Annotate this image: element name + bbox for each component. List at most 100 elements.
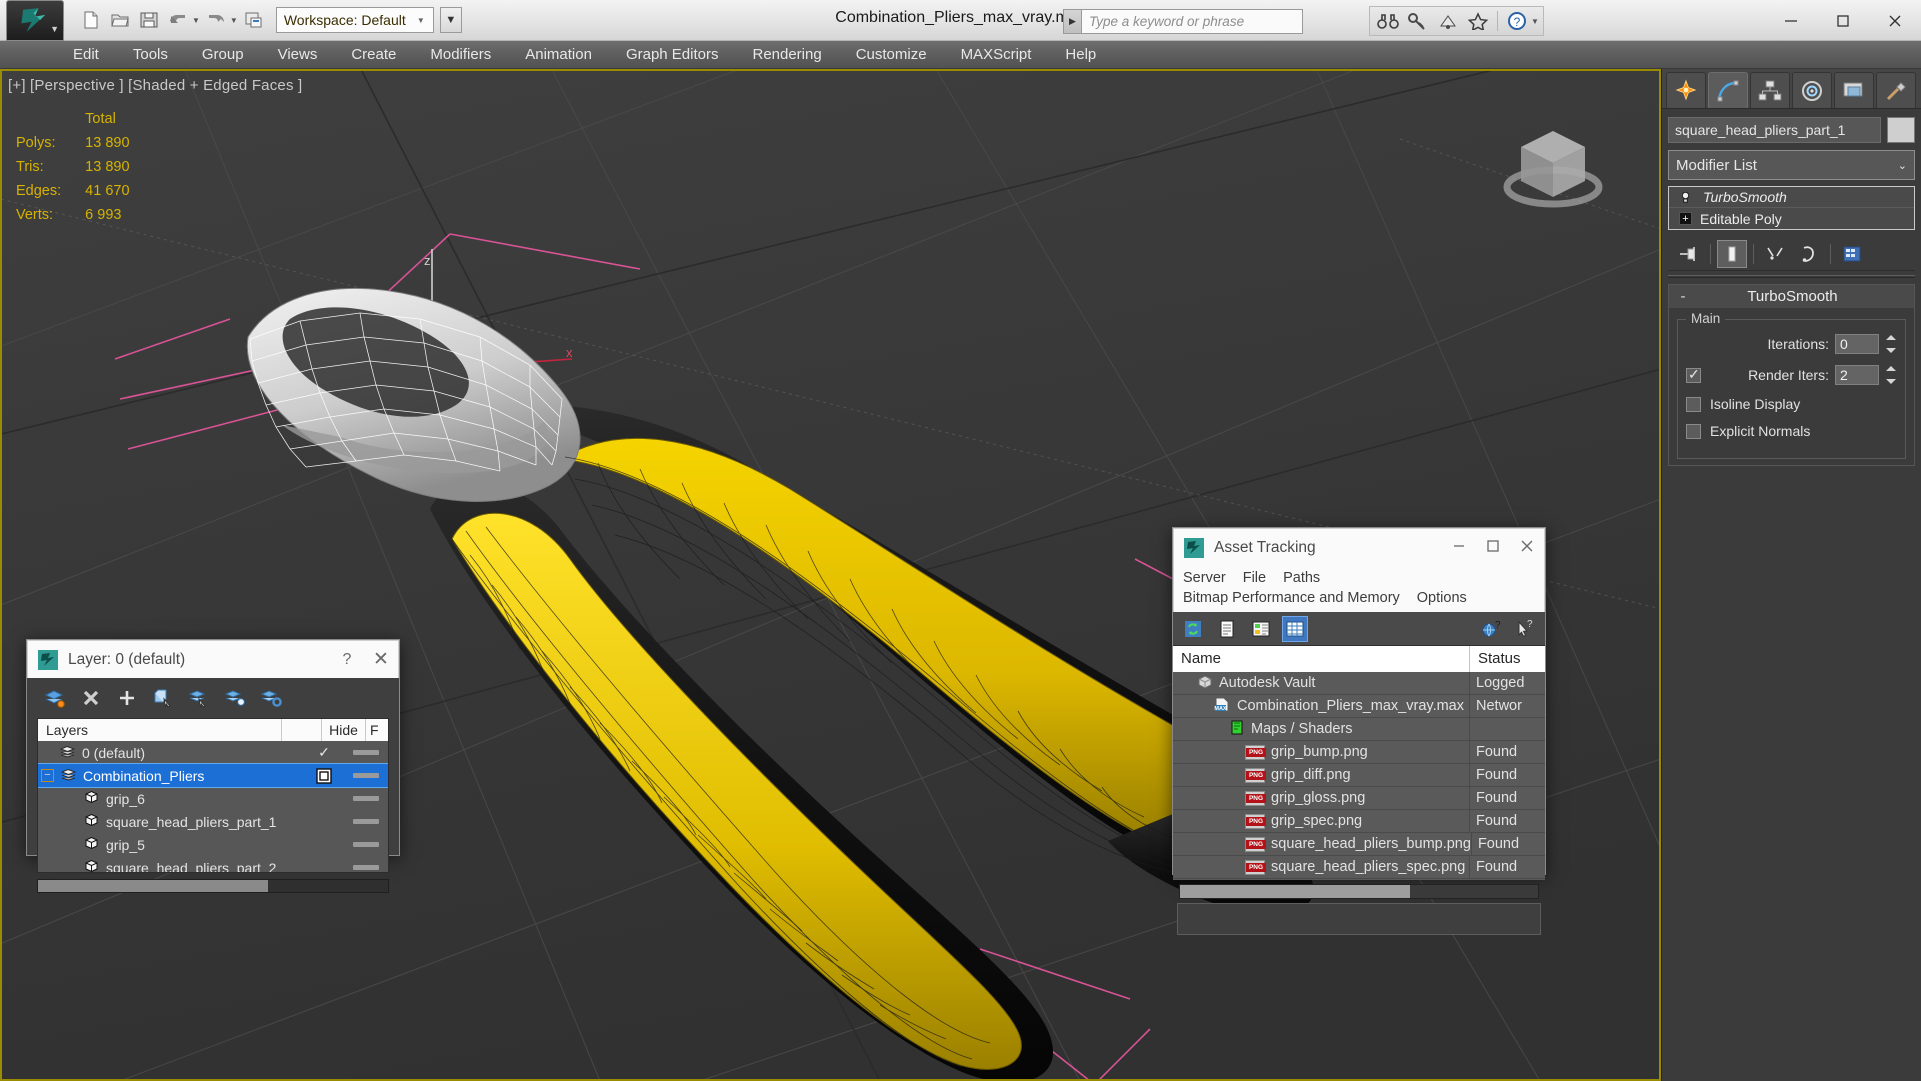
asset-column-status[interactable]: Status bbox=[1470, 646, 1545, 672]
star-icon[interactable] bbox=[1464, 8, 1492, 34]
undo-icon[interactable] bbox=[165, 7, 191, 33]
undo-dropdown-caret-icon[interactable]: ▼ bbox=[192, 16, 200, 25]
asset-row-grip-bump[interactable]: grip_bump.png Found bbox=[1173, 741, 1545, 764]
help-pointer-icon[interactable]: ? bbox=[1513, 617, 1537, 641]
asset-row-grip-diff[interactable]: grip_diff.png Found bbox=[1173, 764, 1545, 787]
menu-item-animation[interactable]: Animation bbox=[508, 41, 609, 69]
highlight-selected-icon[interactable] bbox=[223, 686, 247, 710]
layer-horizontal-scrollbar[interactable] bbox=[37, 879, 389, 893]
object-name-field[interactable]: square_head_pliers_part_1 bbox=[1668, 117, 1881, 143]
grid-view-icon[interactable] bbox=[1282, 615, 1308, 642]
open-file-icon[interactable] bbox=[107, 7, 133, 33]
select-highlighted-icon[interactable] bbox=[187, 686, 211, 710]
layer-freeze-dash-2[interactable] bbox=[353, 796, 379, 801]
menu-item-maxscript[interactable]: MAXScript bbox=[944, 41, 1049, 69]
layer-dialog-close-button[interactable]: ✕ bbox=[364, 648, 398, 671]
workspace-selector[interactable]: Workspace: Default ▼ bbox=[275, 7, 434, 33]
detail-view-icon[interactable] bbox=[1249, 617, 1273, 641]
help-globe-icon[interactable]: ? bbox=[1479, 617, 1503, 641]
remove-modifier-icon[interactable] bbox=[1794, 240, 1824, 268]
layer-freeze-dash-3[interactable] bbox=[353, 819, 379, 824]
motion-tab[interactable] bbox=[1792, 72, 1832, 108]
layer-freeze-dash-5[interactable] bbox=[353, 865, 379, 870]
menu-item-help[interactable]: Help bbox=[1048, 41, 1113, 69]
asset-tracking-dialog[interactable]: Asset Tracking Server File Paths Bitmap … bbox=[1172, 527, 1546, 935]
modify-tab[interactable] bbox=[1708, 72, 1748, 108]
layer-row-square-head-pliers-part-1[interactable]: square_head_pliers_part_1 bbox=[38, 810, 388, 833]
asset-row-maps-shaders[interactable]: Maps / Shaders bbox=[1173, 718, 1545, 741]
menu-item-tools[interactable]: Tools bbox=[116, 41, 185, 69]
modifier-stack-item-editable-poly[interactable]: + Editable Poly bbox=[1669, 208, 1914, 229]
modifier-stack[interactable]: TurboSmooth + Editable Poly bbox=[1668, 186, 1915, 230]
asset-minimize-button[interactable] bbox=[1442, 539, 1476, 557]
asset-menu-options[interactable]: Options bbox=[1417, 588, 1476, 608]
menu-item-group[interactable]: Group bbox=[185, 41, 261, 69]
menu-item-modifiers[interactable]: Modifiers bbox=[413, 41, 508, 69]
layer-expand-collapse-icon[interactable]: − bbox=[41, 769, 54, 782]
asset-maximize-button[interactable] bbox=[1476, 539, 1510, 557]
asset-column-name[interactable]: Name bbox=[1173, 646, 1470, 672]
rollout-header[interactable]: - TurboSmooth bbox=[1669, 285, 1914, 309]
satellite-dish-icon[interactable] bbox=[1434, 8, 1462, 34]
add-layer-icon[interactable] bbox=[115, 686, 139, 710]
menu-item-views[interactable]: Views bbox=[261, 41, 335, 69]
asset-grid[interactable]: Name Status Autodesk Vault Logged MAX Co… bbox=[1173, 646, 1545, 880]
render-iters-spinner[interactable] bbox=[1885, 365, 1897, 385]
layer-dialog-titlebar[interactable]: Layer: 0 (default) ? ✕ bbox=[27, 640, 399, 678]
layer-dialog-help-button[interactable]: ? bbox=[330, 651, 364, 669]
expand-plus-icon[interactable]: + bbox=[1679, 212, 1692, 225]
app-logo-button[interactable]: ▼ bbox=[6, 0, 64, 41]
render-iters-field[interactable]: 2 bbox=[1835, 365, 1879, 385]
iterations-field[interactable]: 0 bbox=[1835, 334, 1879, 354]
layer-freeze-dash-1[interactable] bbox=[353, 773, 379, 778]
list-view-icon[interactable] bbox=[1215, 617, 1239, 641]
new-file-icon[interactable] bbox=[78, 7, 104, 33]
iterations-spinner[interactable] bbox=[1885, 334, 1897, 354]
modifier-stack-item-turbosmooth[interactable]: TurboSmooth bbox=[1669, 187, 1914, 208]
rollout-collapse-icon[interactable]: - bbox=[1669, 288, 1697, 305]
pin-stack-icon[interactable] bbox=[1674, 240, 1704, 268]
minimize-button[interactable] bbox=[1765, 0, 1817, 41]
asset-scrollbar-thumb[interactable] bbox=[1180, 885, 1410, 898]
layer-freeze-dash-0[interactable] bbox=[353, 750, 379, 755]
project-folder-icon[interactable] bbox=[241, 7, 267, 33]
menu-item-graph-editors[interactable]: Graph Editors bbox=[609, 41, 736, 69]
layer-dialog[interactable]: Layer: 0 (default) ? ✕ Layers Hide F 0 (… bbox=[26, 639, 400, 893]
new-layer-icon[interactable] bbox=[43, 686, 67, 710]
display-tab[interactable] bbox=[1834, 72, 1874, 108]
layer-current-check-icon[interactable]: ✓ bbox=[304, 744, 344, 761]
delete-layer-icon[interactable] bbox=[79, 686, 103, 710]
binoculars-icon[interactable] bbox=[1374, 8, 1402, 34]
search-input[interactable] bbox=[1081, 9, 1303, 34]
search-history-caret-icon[interactable]: ▶ bbox=[1063, 9, 1081, 34]
maximize-button[interactable] bbox=[1817, 0, 1869, 41]
asset-close-button[interactable] bbox=[1510, 537, 1544, 559]
make-unique-icon[interactable] bbox=[1760, 240, 1790, 268]
search-box[interactable]: ▶ bbox=[1063, 9, 1303, 34]
asset-row-autodesk-vault[interactable]: Autodesk Vault Logged bbox=[1173, 672, 1545, 695]
asset-row-max-file[interactable]: MAX Combination_Pliers_max_vray.max Netw… bbox=[1173, 695, 1545, 718]
menu-item-edit[interactable]: Edit bbox=[56, 41, 116, 69]
asset-menu-server[interactable]: Server bbox=[1183, 568, 1235, 588]
menu-item-create[interactable]: Create bbox=[334, 41, 413, 69]
layer-row-grip-6[interactable]: grip_6 bbox=[38, 787, 388, 810]
asset-menu-file[interactable]: File bbox=[1243, 568, 1275, 588]
layer-hide-box-icon[interactable] bbox=[304, 767, 344, 784]
show-end-result-icon[interactable] bbox=[1717, 239, 1747, 268]
object-color-swatch[interactable] bbox=[1887, 117, 1915, 143]
menu-item-customize[interactable]: Customize bbox=[839, 41, 944, 69]
asset-row-square-head-bump[interactable]: square_head_pliers_bump.png Found bbox=[1173, 833, 1545, 856]
layer-freeze-dash-4[interactable] bbox=[353, 842, 379, 847]
menu-item-rendering[interactable]: Rendering bbox=[735, 41, 838, 69]
hierarchy-tab[interactable] bbox=[1750, 72, 1790, 108]
viewport-label[interactable]: [+] [Perspective ] [Shaded + Edged Faces… bbox=[8, 77, 302, 94]
asset-dialog-titlebar[interactable]: Asset Tracking bbox=[1173, 528, 1545, 566]
layer-row-default[interactable]: 0 (default) ✓ bbox=[38, 741, 388, 764]
explicit-normals-checkbox[interactable] bbox=[1686, 423, 1701, 439]
isoline-display-checkbox[interactable] bbox=[1686, 396, 1701, 412]
lightbulb-icon[interactable] bbox=[1679, 191, 1692, 204]
configure-sets-icon[interactable] bbox=[1837, 240, 1867, 268]
utilities-tab[interactable] bbox=[1876, 72, 1916, 108]
layer-row-grip-5[interactable]: grip_5 bbox=[38, 833, 388, 856]
layer-scrollbar-thumb[interactable] bbox=[38, 880, 268, 892]
